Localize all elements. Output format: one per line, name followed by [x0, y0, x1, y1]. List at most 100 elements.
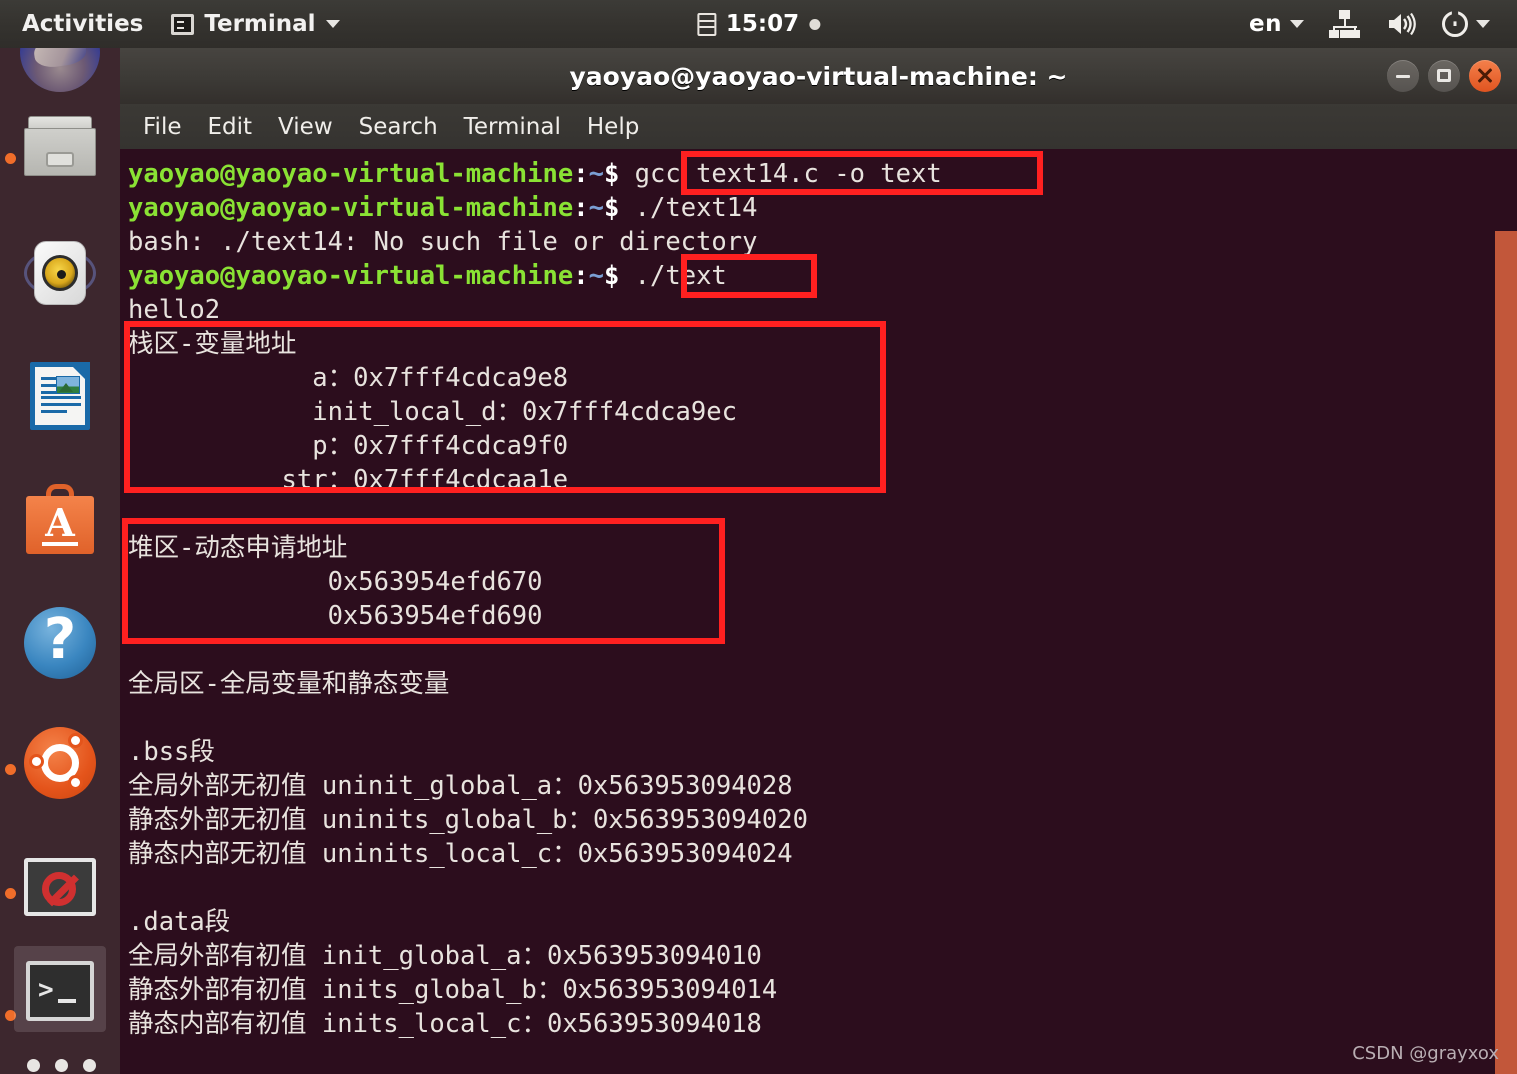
- volume-icon: [1389, 12, 1416, 36]
- terminal-output-line: 静态外部无初值 uninits_global_b：0x563953094020: [128, 803, 1517, 837]
- minimize-button[interactable]: [1387, 60, 1419, 92]
- terminal-output-text: -: [204, 669, 220, 699]
- terminal-output-line: [128, 633, 1517, 667]
- terminal-prompt-colon: :: [573, 261, 589, 291]
- system-menu-button[interactable]: [1429, 0, 1503, 48]
- terminal-output-text: ：: [327, 431, 354, 461]
- launcher-item-help[interactable]: ?: [20, 603, 100, 683]
- terminal-output-text: -: [179, 329, 195, 359]
- menu-item-file[interactable]: File: [130, 110, 195, 144]
- terminal-output-text: 全局外部有初值: [128, 941, 307, 971]
- terminal-output-line: p：0x7fff4cdca9f0: [128, 429, 1517, 463]
- terminal-output-line: 0x563954efd690: [128, 599, 1517, 633]
- terminal-output-text: ：: [496, 397, 522, 427]
- clock-button[interactable]: 15:07: [696, 0, 821, 48]
- terminal-output-text: 0x563953094028: [577, 771, 793, 801]
- terminal-output-text: 0x563954efd670: [128, 567, 543, 597]
- watermark: CSDN @grayxox: [1352, 1043, 1499, 1064]
- terminal-output-text: a: [128, 363, 328, 393]
- power-icon: [1442, 11, 1468, 37]
- window-controls: [1387, 48, 1501, 104]
- terminal-output-text: 0x7fff4cdca9e8: [353, 363, 569, 393]
- maximize-button[interactable]: [1428, 60, 1460, 92]
- terminal-output-text: 全局外部无初值: [128, 771, 307, 801]
- terminal-output-line: init_local_d：0x7fff4cdca9ec: [128, 395, 1517, 429]
- terminal-prompt-userhost: yaoyao@yaoyao-virtual-machine: [128, 159, 574, 189]
- terminal-output-text: bash: ./text14: No such file or director…: [128, 227, 758, 257]
- menu-item-terminal[interactable]: Terminal: [451, 110, 574, 144]
- network-icon: [1329, 10, 1360, 38]
- show-applications-button[interactable]: [27, 1059, 101, 1072]
- terminal-output-text: uninits_global_b: [306, 805, 568, 835]
- launcher-item-ubuntu-software[interactable]: A: [20, 480, 100, 560]
- chevron-down-icon: [1476, 20, 1490, 28]
- launcher-item-files[interactable]: [20, 110, 100, 190]
- chevron-down-icon: [1290, 20, 1304, 28]
- menu-item-help[interactable]: Help: [574, 110, 652, 144]
- language-label: en: [1249, 11, 1282, 37]
- launcher-item-blocked-window[interactable]: [20, 848, 100, 928]
- terminal-text: yaoyao@yaoyao-virtual-machine:~$ gcc tex…: [128, 157, 1517, 1041]
- app-menu-label: Terminal: [204, 11, 316, 37]
- scrollbar-thumb[interactable]: [1495, 231, 1517, 1074]
- language-indicator[interactable]: en: [1236, 0, 1317, 48]
- terminal-output-line: a：0x7fff4cdca9e8: [128, 361, 1517, 395]
- terminal-prompt-colon: :: [573, 159, 589, 189]
- running-indicator-blocked-window: [5, 888, 16, 899]
- terminal-output-line: 全局区-全局变量和静态变量: [128, 667, 1517, 701]
- activities-button[interactable]: Activities: [0, 0, 161, 48]
- menu-item-search[interactable]: Search: [346, 110, 451, 144]
- terminal-output-text: init_global_a: [306, 941, 522, 971]
- launcher-item-ubuntu[interactable]: [20, 723, 100, 803]
- terminal-output-text: ：: [552, 839, 578, 869]
- network-indicator[interactable]: [1317, 0, 1373, 48]
- scrollbar-track[interactable]: [1495, 149, 1517, 1074]
- terminal-output-text: 0x563953094018: [546, 1009, 762, 1039]
- terminal-output-text: ：: [327, 363, 354, 393]
- terminal-output-line: 堆区-动态申请地址: [128, 531, 1517, 565]
- launcher-item-libreoffice[interactable]: [20, 356, 100, 436]
- terminal-output-line: 0x563954efd670: [128, 565, 1517, 599]
- menu-item-view[interactable]: View: [265, 110, 346, 144]
- terminal-output-text: 0x563953094010: [546, 941, 762, 971]
- terminal-output-line: hello2: [128, 293, 1517, 327]
- close-button[interactable]: [1469, 60, 1501, 92]
- terminal-output-text: str: [128, 465, 328, 495]
- terminal-output-text: ：: [521, 941, 547, 971]
- terminal-output-area[interactable]: yaoyao@yaoyao-virtual-machine:~$ gcc tex…: [120, 149, 1517, 1074]
- terminal-prompt-dollar: $: [603, 261, 635, 291]
- terminal-output-line: 栈区-变量地址: [128, 327, 1517, 361]
- terminal-output-text: 0x563954efd690: [128, 601, 543, 631]
- status-indicators: en: [1236, 0, 1517, 48]
- terminal-output-text: 全局变量和静态变量: [219, 669, 450, 699]
- terminal-output-text: 0x563953094014: [562, 975, 778, 1005]
- terminal-output-text: init_local_d: [128, 397, 497, 427]
- terminal-prompt-line: yaoyao@yaoyao-virtual-machine:~$ ./text1…: [128, 191, 1517, 225]
- terminal-output-text: 静态外部有初值: [128, 975, 307, 1005]
- terminal-prompt-userhost: yaoyao@yaoyao-virtual-machine: [128, 193, 574, 223]
- terminal-output-text: 静态内部有初值: [128, 1009, 307, 1039]
- terminal-output-text: hello2: [128, 295, 221, 325]
- terminal-output-line: .data段: [128, 905, 1517, 939]
- terminal-icon: [171, 13, 195, 35]
- terminal-output-text: 堆区: [128, 533, 180, 563]
- terminal-output-text: 变量地址: [194, 329, 297, 359]
- chevron-down-icon: [325, 20, 340, 28]
- menu-bar: File Edit View Search Terminal Help: [120, 104, 1517, 149]
- terminal-output-line: .bss段: [128, 735, 1517, 769]
- terminal-prompt-path: ~: [588, 193, 604, 223]
- volume-indicator[interactable]: [1373, 0, 1429, 48]
- app-menu-terminal[interactable]: Terminal: [161, 0, 349, 48]
- terminal-command: gcc text14.c -o text: [634, 159, 942, 189]
- terminal-output-line: 全局外部有初值 init_global_a：0x563953094010: [128, 939, 1517, 973]
- title-bar[interactable]: yaoyao@yaoyao-virtual-machine: ~: [120, 48, 1517, 104]
- menu-item-edit[interactable]: Edit: [195, 110, 266, 144]
- launcher-item-terminal[interactable]: >: [20, 953, 100, 1033]
- recording-dot-icon: [809, 18, 821, 30]
- activities-label: Activities: [22, 11, 144, 37]
- terminal-output-text: 栈区: [128, 329, 180, 359]
- terminal-output-text: uninits_local_c: [306, 839, 553, 869]
- terminal-prompt-line: yaoyao@yaoyao-virtual-machine:~$ ./text: [128, 259, 1517, 293]
- launcher-item-rhythmbox[interactable]: [20, 233, 100, 313]
- terminal-prompt-colon: :: [573, 193, 589, 223]
